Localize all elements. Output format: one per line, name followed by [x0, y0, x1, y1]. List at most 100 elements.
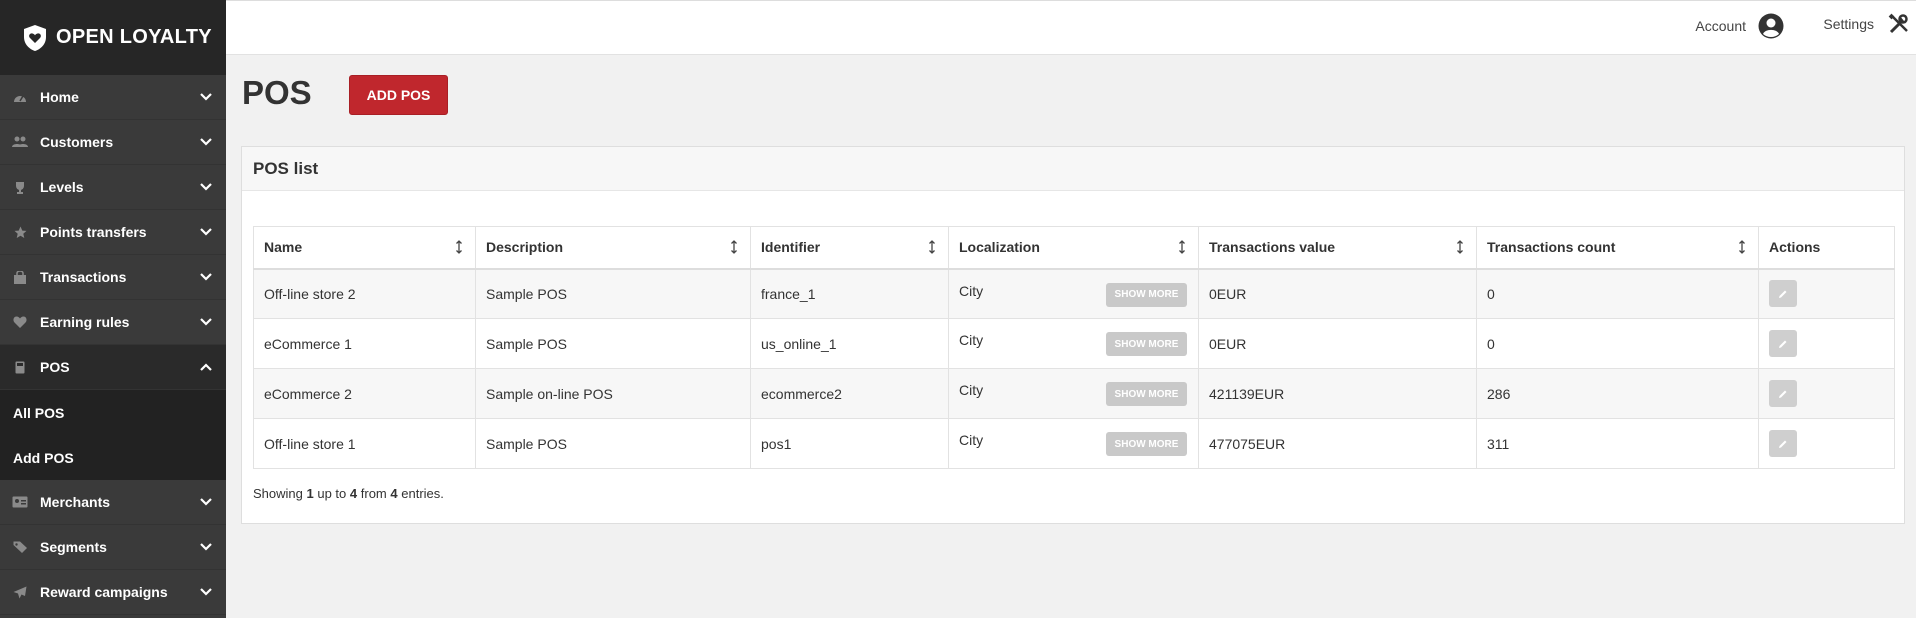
sidebar-item-customers[interactable]: Customers — [0, 120, 226, 165]
cell-identifier: france_1 — [750, 268, 949, 319]
cell-transactions-value: 477075EUR — [1198, 418, 1477, 469]
cell-localization: City SHOW MORE — [948, 318, 1199, 369]
sidebar-item-segments[interactable]: Segments — [0, 525, 226, 570]
chevron-down-icon — [186, 93, 226, 101]
cell-actions — [1758, 418, 1895, 469]
table-row: Off-line store 1 Sample POS pos1 City SHO… — [253, 418, 1895, 469]
sidebar-item-label: Reward campaigns — [40, 584, 168, 600]
show-more-button[interactable]: SHOW MORE — [1106, 282, 1187, 307]
column-header-transactions-value[interactable]: Transactions value — [1198, 226, 1477, 270]
pencil-icon — [1779, 440, 1787, 448]
id-card-icon — [12, 495, 28, 509]
chevron-down-icon — [186, 183, 226, 191]
cell-transactions-value: 0EUR — [1198, 318, 1477, 369]
cell-actions — [1758, 318, 1895, 369]
edit-button[interactable] — [1769, 330, 1797, 357]
cell-actions — [1758, 368, 1895, 419]
shield-heart-icon — [24, 24, 46, 51]
add-pos-button[interactable]: ADD POS — [349, 75, 448, 115]
sidebar-item-label: Points transfers — [40, 224, 147, 240]
sidebar-item-points-transfers[interactable]: Points transfers — [0, 210, 226, 255]
trophy-icon — [12, 180, 28, 194]
page-title: POS — [242, 74, 312, 111]
edit-button[interactable] — [1769, 280, 1797, 308]
localization-text: City — [959, 432, 984, 448]
table-row: eCommerce 2 Sample on-line POS ecommerce… — [253, 368, 1895, 419]
column-header-actions: Actions — [1758, 226, 1895, 270]
bag-icon — [12, 270, 28, 284]
cell-localization: City SHOW MORE — [948, 368, 1199, 419]
sidebar: OPEN LOYALTY Home Customers Levels Point… — [0, 0, 226, 618]
sidebar-item-transactions[interactable]: Transactions — [0, 255, 226, 300]
cell-actions — [1758, 268, 1895, 319]
sidebar-item-merchants[interactable]: Merchants — [0, 480, 226, 525]
sidebar-item-label: Transactions — [40, 269, 127, 285]
sidebar-item-levels[interactable]: Levels — [0, 165, 226, 210]
user-circle-icon — [1758, 13, 1784, 39]
pencil-icon — [1779, 290, 1787, 298]
column-header-name[interactable]: Name — [253, 226, 476, 270]
edit-button[interactable] — [1769, 430, 1797, 457]
tags-icon — [12, 540, 28, 554]
table-summary: Showing 1 up to 4 from 4 entries. — [253, 486, 444, 501]
sidebar-item-reward-campaigns[interactable]: Reward campaigns — [0, 570, 226, 615]
dashboard-icon — [12, 90, 28, 104]
cell-description: Sample POS — [475, 268, 751, 319]
cell-transactions-count: 0 — [1476, 268, 1759, 319]
cell-transactions-count: 0 — [1476, 318, 1759, 369]
settings-label: Settings — [1823, 16, 1874, 32]
sidebar-item-pos[interactable]: POS — [0, 345, 226, 390]
cell-name: eCommerce 1 — [253, 318, 476, 369]
sidebar-item-earning-rules[interactable]: Earning rules — [0, 300, 226, 345]
show-more-button[interactable]: SHOW MORE — [1106, 432, 1187, 456]
show-more-button[interactable]: SHOW MORE — [1106, 382, 1187, 406]
cell-localization: City SHOW MORE — [948, 268, 1199, 319]
sort-icon — [1457, 240, 1463, 254]
chevron-down-icon — [186, 318, 226, 326]
submenu-item-all-pos[interactable]: All POS — [0, 390, 226, 435]
edit-button[interactable] — [1769, 380, 1797, 407]
sort-icon — [1739, 240, 1745, 254]
sidebar-item-label: POS — [40, 359, 70, 375]
column-header-identifier[interactable]: Identifier — [750, 226, 949, 270]
send-icon — [12, 585, 28, 599]
localization-text: City — [959, 332, 984, 348]
cell-name: Off-line store 1 — [253, 418, 476, 469]
table-row: eCommerce 1 Sample POS us_online_1 City S… — [253, 318, 1895, 369]
account-menu[interactable]: Account — [1695, 13, 1784, 39]
chevron-down-icon — [186, 138, 226, 146]
brand-logo[interactable]: OPEN LOYALTY — [0, 0, 226, 75]
cell-name: eCommerce 2 — [253, 368, 476, 419]
pencil-icon — [1779, 390, 1787, 398]
chevron-down-icon — [186, 498, 226, 506]
cell-transactions-count: 311 — [1476, 418, 1759, 469]
column-header-transactions-count[interactable]: Transactions count — [1476, 226, 1759, 270]
cell-transactions-value: 421139EUR — [1198, 368, 1477, 419]
submenu-item-add-pos[interactable]: Add POS — [0, 435, 226, 480]
sidebar-item-label: Levels — [40, 179, 84, 195]
cell-transactions-value: 0EUR — [1198, 268, 1477, 319]
cell-description: Sample POS — [475, 318, 751, 369]
cell-identifier: pos1 — [750, 418, 949, 469]
pos-list-panel: POS list Name Description Identifier Loc… — [241, 146, 1905, 524]
sidebar-item-label: Earning rules — [40, 314, 130, 330]
cell-identifier: ecommerce2 — [750, 368, 949, 419]
chevron-down-icon — [186, 228, 226, 236]
chevron-down-icon — [186, 588, 226, 596]
panel-title: POS list — [242, 147, 1904, 191]
sidebar-item-home[interactable]: Home — [0, 75, 226, 120]
sidebar-item-label: Merchants — [40, 494, 111, 510]
localization-text: City — [959, 282, 984, 299]
settings-menu[interactable]: Settings — [1823, 13, 1910, 35]
pencil-icon — [1779, 340, 1787, 348]
sidebar-item-label: Customers — [40, 134, 114, 150]
table-row: Off-line store 2 Sample POS france_1 Cit… — [253, 268, 1895, 319]
tools-icon — [1888, 13, 1908, 34]
users-icon — [12, 135, 28, 149]
chevron-down-icon — [186, 273, 226, 281]
chevron-down-icon — [186, 543, 226, 551]
show-more-button[interactable]: SHOW MORE — [1106, 332, 1187, 356]
sort-icon — [929, 240, 935, 254]
column-header-description[interactable]: Description — [475, 226, 751, 270]
column-header-localization[interactable]: Localization — [948, 226, 1199, 270]
